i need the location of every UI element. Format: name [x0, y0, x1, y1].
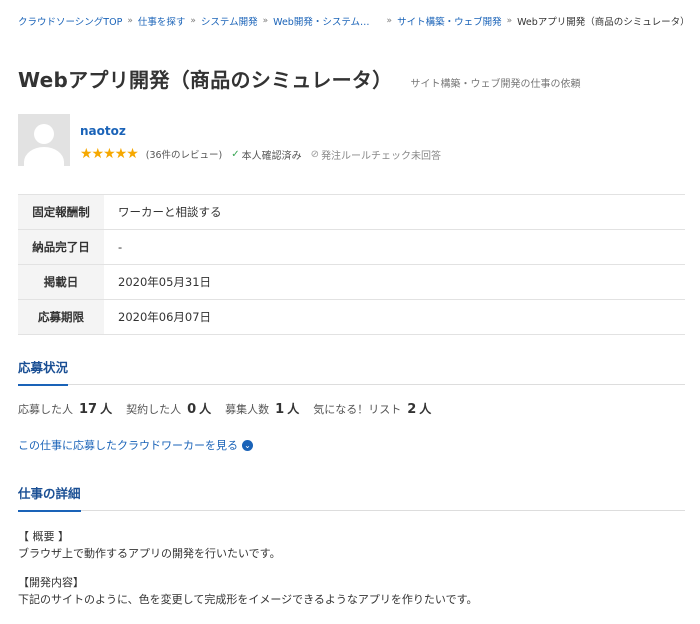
- stat-label: 気になる！リスト: [313, 403, 402, 416]
- client-meta: ★★★★★ (36件のレビュー) ✓ 本人確認済み ⊘ 発注ルールチェック未回答: [80, 146, 441, 162]
- detail-value-deadline: 2020年06月07日: [118, 310, 212, 324]
- view-applicants-link[interactable]: この仕事に応募したクラウドワーカーを見る ⌄: [18, 437, 253, 453]
- stat-value: 2: [407, 402, 417, 417]
- content-text: 下記のサイトのように、色を変更して完成形をイメージできるようなアプリを作りたいで…: [18, 593, 478, 606]
- detail-label-delivery-date: 納品完了日: [18, 229, 104, 265]
- detail-label-deadline: 応募期限: [18, 299, 104, 335]
- stat-unit: 人: [100, 402, 113, 416]
- stat-value: 0: [187, 402, 197, 417]
- chevron-down-circle-icon: ⌄: [242, 439, 253, 451]
- breadcrumb-item-system-dev[interactable]: システム開発: [201, 14, 258, 28]
- stat-unit: 人: [419, 402, 432, 416]
- table-row: 応募期限 2020年06月07日: [18, 299, 685, 335]
- detail-value-pay-type: ワーカーと相談する: [118, 205, 222, 219]
- stat-value: 1: [275, 402, 285, 417]
- breadcrumb-separator: »: [190, 16, 196, 26]
- breadcrumb-item-top[interactable]: クラウドソーシングTOP: [18, 14, 122, 28]
- avatar-body-shape: [24, 147, 64, 166]
- breadcrumb: クラウドソーシングTOP » 仕事を探す » システム開発 » Web開発・シス…: [18, 14, 698, 28]
- check-circle-icon: ✓: [231, 148, 240, 160]
- stat-label: 契約した人: [126, 403, 182, 416]
- overview-text: ブラウザ上で動作するアプリの開発を行いたいです。: [18, 547, 281, 560]
- detail-value-delivery-date: -: [118, 240, 123, 254]
- job-details-heading: 仕事の詳細: [18, 484, 81, 512]
- prohibited-circle-icon: ⊘: [310, 148, 320, 160]
- page-subtitle: サイト構築・ウェブ開発の仕事の依頼: [410, 79, 581, 90]
- breadcrumb-item-web-dev[interactable]: Web開発・システム…: [273, 14, 369, 28]
- stat-value: 17: [79, 402, 98, 417]
- job-description: 【 概要 】 ブラウザ上で動作するアプリの開発を行いたいです。 【開発内容】 下…: [18, 528, 477, 608]
- page-title: Webアプリ開発（商品のシミュレータ）: [18, 68, 393, 92]
- breadcrumb-separator: »: [506, 16, 513, 26]
- stat-recruit-count: 募集人数 1 人: [225, 400, 299, 417]
- rating-stars-icon: ★★★★★: [80, 146, 139, 162]
- breadcrumb-current: Webアプリ開発（商品のシミュレータ）: [517, 17, 690, 28]
- job-detail-table: 固定報酬制 ワーカーと相談する 納品完了日 - 掲載日 2020年05月31日 …: [18, 194, 685, 335]
- table-row: 納品完了日 -: [18, 229, 685, 265]
- avatar-head-shape: [34, 124, 54, 144]
- stat-applicants: 応募した人 17 人: [18, 400, 112, 417]
- stat-label: 応募した人: [18, 403, 73, 416]
- detail-label-posted-date: 掲載日: [18, 264, 104, 300]
- breadcrumb-separator: »: [127, 16, 133, 26]
- job-details-header: 仕事の詳細: [18, 483, 685, 512]
- breadcrumb-separator: »: [262, 16, 269, 26]
- stat-unit: 人: [199, 402, 212, 416]
- detail-value-posted-date: 2020年05月31日: [118, 275, 212, 289]
- breadcrumb-item-site-building[interactable]: サイト構築・ウェブ開発: [397, 14, 502, 28]
- avatar[interactable]: [18, 114, 70, 166]
- client-info: naotoz ★★★★★ (36件のレビュー) ✓ 本人確認済み ⊘ 発注ルール…: [80, 114, 441, 166]
- review-count-link[interactable]: (36件のレビュー): [146, 147, 223, 161]
- rule-check-label: 発注ルールチェック未回答: [321, 150, 442, 162]
- table-row: 掲載日 2020年05月31日: [18, 264, 685, 300]
- rule-check-badge: ⊘ 発注ルールチェック未回答: [311, 147, 441, 162]
- verified-badge: ✓ 本人確認済み: [231, 147, 301, 162]
- stat-unit: 人: [287, 402, 300, 416]
- stat-contracted: 契約した人 0 人: [126, 400, 211, 417]
- breadcrumb-item-find-jobs[interactable]: 仕事を探す: [138, 14, 186, 28]
- view-applicants-label: この仕事に応募したクラウドワーカーを見る: [18, 439, 238, 452]
- detail-label-pay-type: 固定報酬制: [18, 194, 104, 230]
- application-stats: 応募した人 17 人 契約した人 0 人 募集人数 1 人 気になる！リスト 2…: [18, 400, 445, 417]
- verified-label: 本人確認済み: [241, 150, 302, 162]
- table-row: 固定報酬制 ワーカーと相談する: [18, 194, 685, 230]
- stat-label: 募集人数: [225, 403, 270, 416]
- title-row: Webアプリ開発（商品のシミュレータ） サイト構築・ウェブ開発の仕事の依頼: [18, 64, 581, 93]
- application-status-header: 応募状況: [18, 357, 685, 386]
- client-name-link[interactable]: naotoz: [80, 124, 126, 138]
- stat-watchlist: 気になる！リスト 2 人: [313, 400, 431, 417]
- breadcrumb-separator: »: [386, 16, 393, 26]
- client-profile: naotoz ★★★★★ (36件のレビュー) ✓ 本人確認済み ⊘ 発注ルール…: [18, 114, 441, 166]
- application-status-heading: 応募状況: [18, 358, 69, 386]
- content-heading: 【開発内容】: [18, 576, 84, 589]
- overview-heading: 【 概要 】: [18, 530, 69, 543]
